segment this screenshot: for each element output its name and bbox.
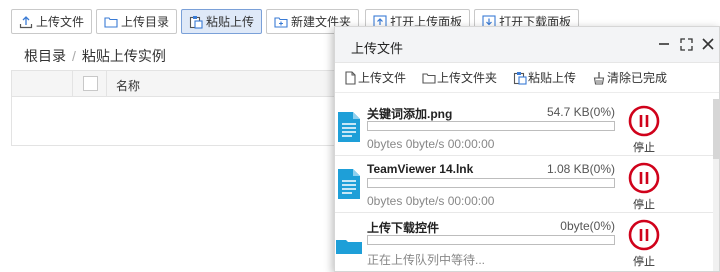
file-grid: 名称 (11, 70, 341, 146)
close-icon[interactable] (701, 37, 715, 51)
progress-bar (367, 235, 615, 245)
clipboard-icon (513, 71, 527, 85)
paste-upload-button[interactable]: 粘贴上传 (181, 9, 263, 34)
maximize-icon[interactable] (679, 37, 693, 51)
file-icon (338, 169, 360, 199)
panel-title: 上传文件 (351, 41, 404, 56)
file-name: 上传下载控件 (367, 221, 440, 235)
new-folder-icon (274, 15, 288, 29)
folder-icon (104, 15, 118, 29)
panel-upload-file-button[interactable]: 上传文件 (343, 69, 406, 86)
panel-toolbar: 上传文件 上传文件夹 粘贴上传 清除已完成 (335, 63, 719, 93)
select-all-checkbox[interactable] (83, 76, 98, 91)
upload-file-label: 上传文件 (36, 15, 85, 29)
upload-icon (19, 15, 33, 29)
stop-icon[interactable] (628, 105, 660, 137)
scrollbar[interactable] (713, 99, 719, 271)
file-name: TeamViewer 14.lnk (367, 162, 474, 176)
upload-folder-label: 上传目录 (121, 15, 170, 29)
panel-paste-upload-label: 粘贴上传 (528, 71, 577, 85)
panel-header: 上传文件 (335, 27, 719, 63)
stop-icon[interactable] (628, 162, 660, 194)
stop-label[interactable]: 停止 (633, 253, 655, 269)
file-size: 1.08 KB(0%) (546, 162, 615, 176)
file-size: 54.7 KB(0%) (546, 105, 615, 119)
file-add-icon (343, 70, 357, 85)
file-size: 0byte(0%) (560, 219, 615, 233)
progress-bar (367, 178, 615, 188)
transfer-info: 0bytes 0byte/s 00:00:00 (367, 194, 495, 208)
upload-panel: 上传文件 上传文件 上传文件夹 粘贴上传 清除已完成 关键词添加.png 54.… (334, 26, 720, 272)
upload-folder-button[interactable]: 上传目录 (96, 9, 178, 34)
clear-completed-button[interactable]: 清除已完成 (592, 69, 667, 86)
breadcrumb-separator: / (72, 48, 76, 64)
stop-label[interactable]: 停止 (633, 139, 655, 155)
upload-item: 上传下载控件 0byte(0%) 正在上传队列中等待... 停止 (335, 213, 715, 270)
column-name-header[interactable]: 名称 (116, 77, 140, 94)
breadcrumb-current: 粘贴上传实例 (81, 48, 166, 64)
folder-icon (336, 240, 362, 254)
breadcrumb-root[interactable]: 根目录 (24, 48, 66, 64)
transfer-info: 0bytes 0byte/s 00:00:00 (367, 137, 495, 151)
upload-list: 关键词添加.png 54.7 KB(0%) 0bytes 0byte/s 00:… (335, 99, 715, 270)
panel-upload-file-label: 上传文件 (358, 71, 407, 85)
transfer-info: 正在上传队列中等待... (367, 253, 486, 267)
panel-paste-upload-button[interactable]: 粘贴上传 (513, 69, 576, 86)
minimize-icon[interactable] (657, 37, 671, 51)
clipboard-icon (189, 15, 203, 29)
grid-divider (72, 71, 73, 97)
upload-file-button[interactable]: 上传文件 (11, 9, 93, 34)
grid-header: 名称 (12, 71, 340, 97)
grid-divider (106, 71, 107, 97)
stop-icon[interactable] (628, 219, 660, 251)
broom-icon (592, 71, 606, 85)
clear-completed-label: 清除已完成 (607, 71, 668, 85)
paste-upload-label: 粘贴上传 (206, 15, 255, 29)
upload-item: 关键词添加.png 54.7 KB(0%) 0bytes 0byte/s 00:… (335, 99, 715, 156)
progress-bar (367, 121, 615, 131)
upload-item: TeamViewer 14.lnk 1.08 KB(0%) 0bytes 0by… (335, 156, 715, 213)
breadcrumb: 根目录 / 粘贴上传实例 (24, 46, 166, 66)
file-name: 关键词添加.png (367, 107, 453, 121)
file-icon (338, 112, 360, 142)
panel-upload-folder-label: 上传文件夹 (437, 71, 498, 85)
folder-icon (422, 71, 436, 85)
panel-upload-folder-button[interactable]: 上传文件夹 (422, 69, 497, 86)
stop-label[interactable]: 停止 (633, 196, 655, 212)
scrollbar-thumb[interactable] (713, 99, 719, 159)
